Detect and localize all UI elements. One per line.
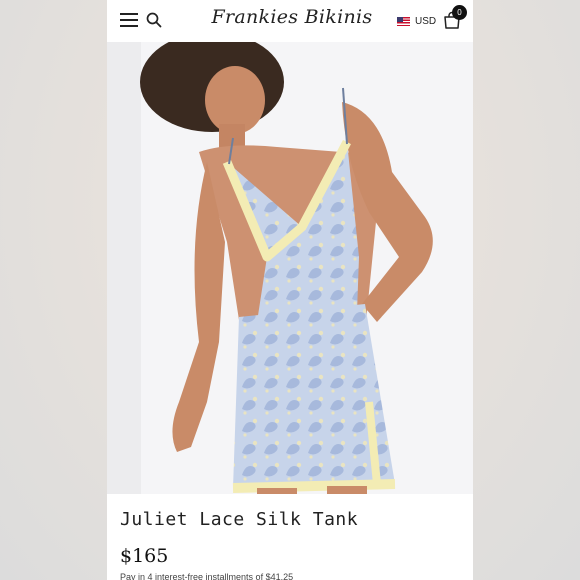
currency-selector[interactable]: USD — [397, 14, 436, 28]
product-image[interactable] — [107, 42, 473, 494]
currency-label: USD — [415, 15, 437, 27]
cart-count-badge: 0 — [452, 5, 467, 20]
product-price: $165 — [120, 545, 169, 567]
mobile-page: Frankies Bikinis USD 0 Juliet Lace Silk … — [107, 0, 473, 580]
hamburger-menu-icon[interactable] — [120, 13, 138, 27]
store-logo[interactable]: Frankies Bikinis — [207, 6, 377, 28]
product-title: Juliet Lace Silk Tank — [120, 509, 359, 530]
product-photo-illustration — [107, 42, 473, 494]
us-flag-icon — [397, 16, 410, 26]
search-icon[interactable] — [146, 12, 162, 28]
site-header: Frankies Bikinis USD 0 — [107, 0, 473, 43]
installments-note: Pay in 4 interest-free installments of $… — [120, 572, 294, 580]
